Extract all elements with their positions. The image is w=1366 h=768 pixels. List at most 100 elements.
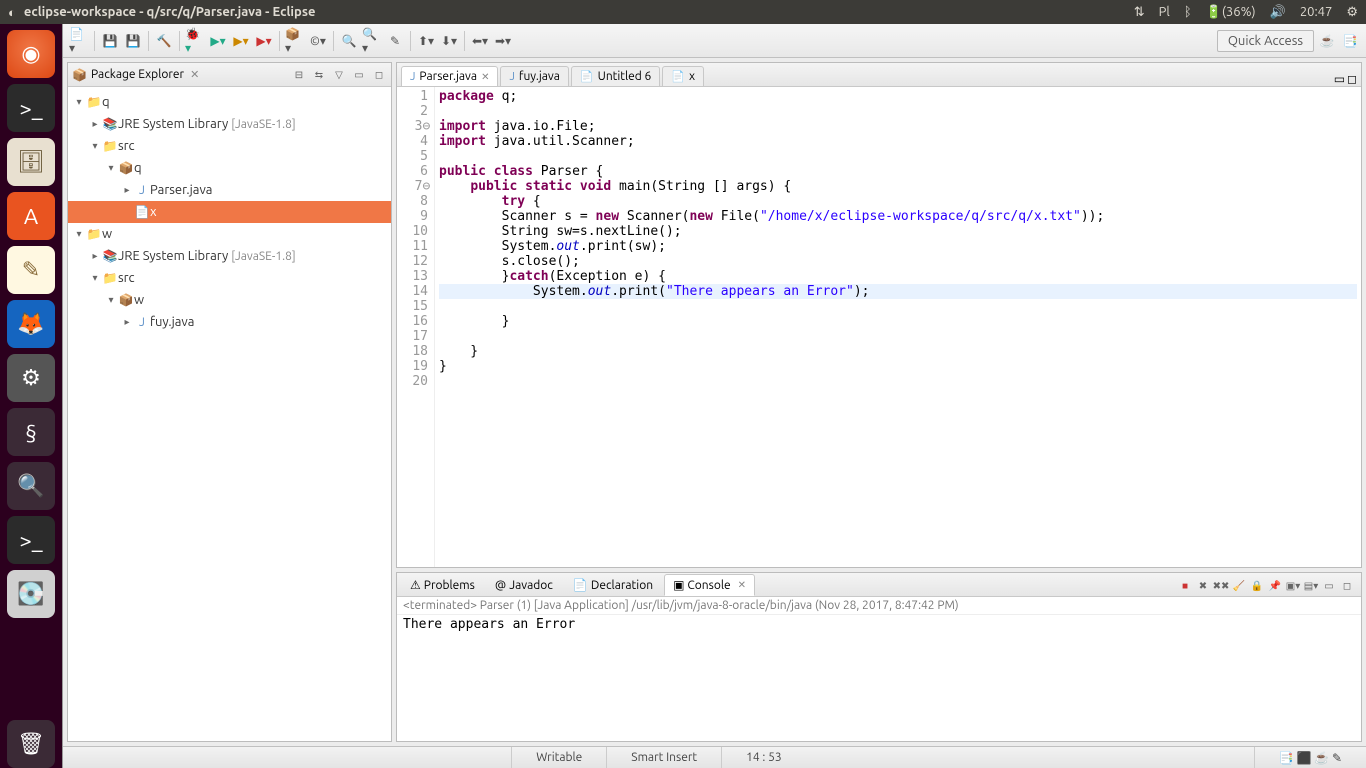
code-content[interactable]: package q; import java.io.File; import j… bbox=[435, 87, 1361, 567]
view-close-icon[interactable]: ✕ bbox=[190, 68, 199, 81]
remove-launch-icon[interactable]: ✖ bbox=[1195, 578, 1211, 594]
volume-icon[interactable]: 🔊 bbox=[1270, 5, 1286, 20]
launcher-spring[interactable]: § bbox=[7, 408, 55, 456]
src-folder-q[interactable]: ▾📁src bbox=[68, 135, 391, 157]
launcher-firefox[interactable]: 🦊 bbox=[7, 300, 55, 348]
forward-button[interactable]: ➡▾ bbox=[493, 31, 513, 51]
launcher-text-editor[interactable]: ✎ bbox=[7, 246, 55, 294]
new-class-button[interactable]: ©▾ bbox=[308, 31, 328, 51]
launcher-settings[interactable]: ⚙ bbox=[7, 354, 55, 402]
search-button[interactable]: 🔍▾ bbox=[362, 31, 382, 51]
clear-console-icon[interactable]: 🧹 bbox=[1231, 578, 1247, 594]
src-folder-w[interactable]: ▾📁src bbox=[68, 267, 391, 289]
scroll-lock-icon[interactable]: 🔒 bbox=[1249, 578, 1265, 594]
tab-x[interactable]: 📄x bbox=[662, 66, 704, 86]
tab-parser-java[interactable]: JParser.java✕ bbox=[401, 66, 498, 86]
close-tab-icon[interactable]: ✕ bbox=[481, 71, 489, 83]
collapse-all-icon[interactable]: ⊟ bbox=[291, 67, 307, 83]
prev-annot-button[interactable]: ⬆▾ bbox=[416, 31, 436, 51]
tab-untitled-6[interactable]: 📄Untitled 6 bbox=[571, 66, 660, 86]
launcher-ubuntu[interactable]: ◉ bbox=[7, 30, 55, 78]
open-console-icon[interactable]: ▤▾ bbox=[1303, 578, 1319, 594]
jre-library-q[interactable]: ▸📚JRE System Library [JavaSE-1.8] bbox=[68, 113, 391, 135]
build-button[interactable]: 🔨 bbox=[154, 31, 174, 51]
file-parser-java[interactable]: ▸JParser.java bbox=[68, 179, 391, 201]
view-menu-icon[interactable]: ▽ bbox=[331, 67, 347, 83]
tab-problems[interactable]: ⚠Problems bbox=[401, 574, 484, 596]
file-fuy-java[interactable]: ▸Jfuy.java bbox=[68, 311, 391, 333]
java-file-icon: J bbox=[410, 71, 415, 83]
eclipse-window: 📄▾ 💾 💾 🔨 🐞▾ ▶▾ ▶▾ ▶▾ 📦▾ ©▾ 🔍 🔍▾ ✎ ⬆▾ ⬇▾ … bbox=[62, 24, 1366, 768]
coverage-button[interactable]: ▶▾ bbox=[231, 31, 251, 51]
package-explorer-view: 📦 Package Explorer ✕ ⊟ ⇆ ▽ ▭ ◻ ▾📁q ▸📚JRE… bbox=[67, 62, 392, 742]
debug-button[interactable]: 🐞▾ bbox=[185, 31, 205, 51]
back-button[interactable]: ⬅▾ bbox=[470, 31, 490, 51]
launcher-software[interactable]: A bbox=[7, 192, 55, 240]
system-gear-icon[interactable]: ⚙ bbox=[1346, 5, 1358, 20]
save-button[interactable]: 💾 bbox=[100, 31, 120, 51]
battery-icon[interactable]: 🔋(36%) bbox=[1206, 5, 1256, 20]
minimize-icon[interactable]: ▭ bbox=[351, 67, 367, 83]
link-editor-icon[interactable]: ⇆ bbox=[311, 67, 327, 83]
tab-declaration[interactable]: 📄Declaration bbox=[564, 574, 662, 596]
terminate-icon[interactable]: ■ bbox=[1177, 578, 1193, 594]
open-type-button[interactable]: 🔍 bbox=[339, 31, 359, 51]
launcher-terminal-2[interactable]: >_ bbox=[7, 516, 55, 564]
editor-minimize-icon[interactable]: ▭ bbox=[1334, 72, 1345, 86]
status-trim-icons[interactable]: 📑 ⬛ ☕ ✎ bbox=[1254, 747, 1366, 768]
package-explorer-icon: 📦 bbox=[72, 68, 87, 82]
next-annot-button[interactable]: ⬇▾ bbox=[439, 31, 459, 51]
clock[interactable]: 20:47 bbox=[1300, 5, 1333, 19]
toggle-mark-button[interactable]: ✎ bbox=[385, 31, 405, 51]
package-q[interactable]: ▾📦q bbox=[68, 157, 391, 179]
os-menubar: ◐ eclipse-workspace - q/src/q/Parser.jav… bbox=[0, 0, 1366, 24]
save-all-button[interactable]: 💾 bbox=[123, 31, 143, 51]
line-number-gutter: 1 2 3⊖ 4 5 6 7⊖ 8 9 10 11 12 13 14 15 16… bbox=[397, 87, 435, 567]
eclipse-app-icon: ◐ bbox=[8, 5, 16, 20]
package-tree[interactable]: ▾📁q ▸📚JRE System Library [JavaSE-1.8] ▾📁… bbox=[68, 87, 391, 741]
declaration-icon: 📄 bbox=[573, 578, 588, 592]
ext-tools-button[interactable]: ▶▾ bbox=[254, 31, 274, 51]
console-output[interactable]: There appears an Error bbox=[397, 615, 1361, 741]
javadoc-icon: @ bbox=[495, 579, 506, 592]
run-button[interactable]: ▶▾ bbox=[208, 31, 228, 51]
new-pkg-button[interactable]: 📦▾ bbox=[285, 31, 305, 51]
package-w[interactable]: ▾📦w bbox=[68, 289, 391, 311]
launcher-search[interactable]: 🔍 bbox=[7, 462, 55, 510]
status-insert-mode: Smart Insert bbox=[606, 747, 721, 768]
pin-console-icon[interactable]: 📌 bbox=[1267, 578, 1283, 594]
jre-library-w[interactable]: ▸📚JRE System Library [JavaSE-1.8] bbox=[68, 245, 391, 267]
editor-maximize-icon[interactable]: ◻ bbox=[1347, 72, 1357, 86]
file-x[interactable]: 📄x bbox=[68, 201, 391, 223]
project-q[interactable]: ▾📁q bbox=[68, 91, 391, 113]
perspective-open-icon[interactable]: 📑 bbox=[1340, 31, 1360, 51]
file-icon: 📄 bbox=[580, 70, 594, 83]
eclipse-toolbar: 📄▾ 💾 💾 🔨 🐞▾ ▶▾ ▶▾ ▶▾ 📦▾ ©▾ 🔍 🔍▾ ✎ ⬆▾ ⬇▾ … bbox=[63, 24, 1366, 58]
console-max-icon[interactable]: ◻ bbox=[1339, 578, 1355, 594]
launcher-disk[interactable]: 💽 bbox=[7, 570, 55, 618]
close-tab-icon[interactable]: ✕ bbox=[738, 579, 746, 591]
problems-icon: ⚠ bbox=[410, 578, 421, 592]
launcher-terminal[interactable]: >_ bbox=[7, 84, 55, 132]
new-button[interactable]: 📄▾ bbox=[69, 31, 89, 51]
quick-access[interactable]: Quick Access bbox=[1217, 30, 1314, 52]
tab-fuy-java[interactable]: Jfuy.java bbox=[500, 66, 568, 86]
bluetooth-icon[interactable]: ᛒ bbox=[1184, 5, 1192, 19]
console-min-icon[interactable]: ▭ bbox=[1321, 578, 1337, 594]
status-writable: Writable bbox=[511, 747, 606, 768]
tab-console[interactable]: ▣Console✕ bbox=[664, 574, 755, 596]
code-editor[interactable]: 1 2 3⊖ 4 5 6 7⊖ 8 9 10 11 12 13 14 15 16… bbox=[397, 87, 1361, 567]
editor-area: JParser.java✕ Jfuy.java 📄Untitled 6 📄x ▭… bbox=[396, 62, 1362, 568]
window-title: eclipse-workspace - q/src/q/Parser.java … bbox=[24, 5, 1126, 19]
tab-javadoc[interactable]: @Javadoc bbox=[486, 575, 562, 596]
launcher-files[interactable]: 🗄 bbox=[7, 138, 55, 186]
remove-all-icon[interactable]: ✖✖ bbox=[1213, 578, 1229, 594]
display-selected-icon[interactable]: ▣▾ bbox=[1285, 578, 1301, 594]
status-cursor-pos: 14 : 53 bbox=[721, 747, 806, 768]
network-icon[interactable]: ⇅ bbox=[1134, 5, 1145, 20]
keyboard-lang[interactable]: Pl bbox=[1159, 5, 1170, 19]
maximize-icon[interactable]: ◻ bbox=[371, 67, 387, 83]
launcher-trash[interactable]: 🗑 bbox=[7, 720, 55, 768]
perspective-java-icon[interactable]: ☕ bbox=[1317, 31, 1337, 51]
project-w[interactable]: ▾📁w bbox=[68, 223, 391, 245]
